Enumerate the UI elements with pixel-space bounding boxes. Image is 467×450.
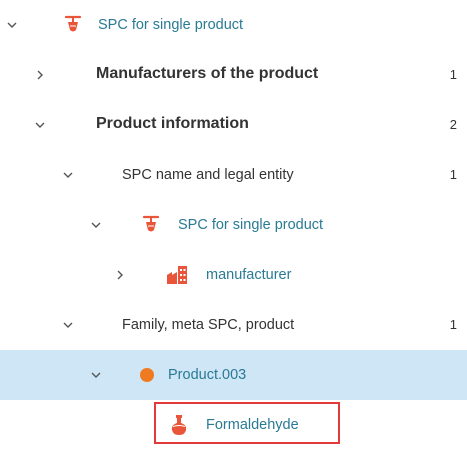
tree-node-spc-nested[interactable]: SPC for single product xyxy=(0,200,467,250)
chevron-down-icon[interactable] xyxy=(88,217,104,233)
highlight-box xyxy=(154,402,340,444)
tree-node-label: Product.003 xyxy=(168,367,247,383)
tree-node-family-meta-spc-product[interactable]: Family, meta SPC, product 1 xyxy=(0,300,467,350)
child-count: 2 xyxy=(449,117,457,132)
chevron-down-icon[interactable] xyxy=(88,367,104,383)
child-count: 1 xyxy=(449,67,457,82)
orange-dot-icon xyxy=(136,364,158,386)
chevron-down-icon[interactable] xyxy=(4,17,20,33)
tree-node-manufacturers[interactable]: Manufacturers of the product 1 xyxy=(0,50,467,100)
chevron-down-icon[interactable] xyxy=(32,117,48,133)
spc-product-icon xyxy=(62,14,84,36)
chevron-right-icon[interactable] xyxy=(112,267,128,283)
tree-node-spc-name-legal-entity[interactable]: SPC name and legal entity 1 xyxy=(0,150,467,200)
tree-node-label: SPC name and legal entity xyxy=(122,167,294,183)
child-count: 1 xyxy=(449,167,457,182)
factory-icon xyxy=(166,264,188,286)
chevron-right-icon[interactable] xyxy=(32,67,48,83)
tree-node-label: Product information xyxy=(96,115,249,132)
child-count: 1 xyxy=(449,317,457,332)
spc-product-icon xyxy=(140,214,162,236)
tree-node-product-information[interactable]: Product information 2 xyxy=(0,100,467,150)
tree-node-label: manufacturer xyxy=(206,267,292,283)
chevron-down-icon[interactable] xyxy=(60,167,76,183)
navigation-tree: SPC for single product Manufacturers of … xyxy=(0,0,467,447)
tree-node-label: SPC for single product xyxy=(178,217,324,233)
tree-node-label: SPC for single product xyxy=(98,17,244,33)
tree-node-spc-root[interactable]: SPC for single product xyxy=(0,0,467,50)
tree-node-manufacturer[interactable]: manufacturer xyxy=(0,250,467,300)
tree-node-label: Family, meta SPC, product xyxy=(122,317,295,333)
tree-node-label: Manufacturers of the product xyxy=(96,65,319,82)
tree-node-product-003[interactable]: Product.003 xyxy=(0,350,467,400)
chevron-down-icon[interactable] xyxy=(60,317,76,333)
